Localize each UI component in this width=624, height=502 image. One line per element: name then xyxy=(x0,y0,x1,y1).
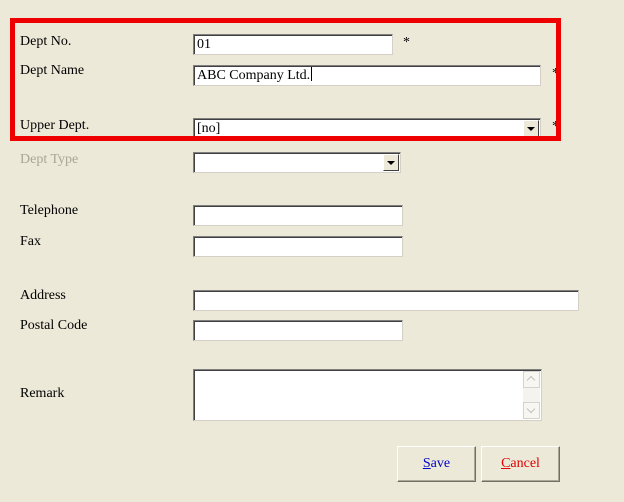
fax-label: Fax xyxy=(20,234,41,249)
cancel-label: ancel xyxy=(510,456,540,471)
postal-code-label: Postal Code xyxy=(20,318,88,333)
save-label: ave xyxy=(430,456,451,471)
telephone-field[interactable] xyxy=(193,205,403,226)
remark-textarea[interactable] xyxy=(193,369,542,421)
telephone-label: Telephone xyxy=(20,203,79,218)
dept-type-select[interactable] xyxy=(193,152,401,173)
required-fields-highlight xyxy=(10,18,561,141)
save-button[interactable]: Save xyxy=(397,446,476,482)
remark-label: Remark xyxy=(20,386,65,401)
address-field[interactable] xyxy=(193,290,579,311)
remark-scrollbar[interactable] xyxy=(523,371,540,419)
save-accelerator: S xyxy=(422,456,431,471)
scroll-up-icon[interactable] xyxy=(523,371,540,388)
postal-code-field[interactable] xyxy=(193,320,403,341)
dept-type-label: Dept Type xyxy=(20,152,79,167)
cancel-button[interactable]: Cancel xyxy=(481,446,560,482)
fax-field[interactable] xyxy=(193,236,403,257)
address-label: Address xyxy=(20,288,66,303)
scroll-down-icon[interactable] xyxy=(523,402,540,419)
cancel-accelerator: C xyxy=(501,456,511,471)
department-form: Dept No. 01 * Dept Name ABC Company Ltd.… xyxy=(0,0,624,502)
chevron-down-icon[interactable] xyxy=(383,154,399,171)
